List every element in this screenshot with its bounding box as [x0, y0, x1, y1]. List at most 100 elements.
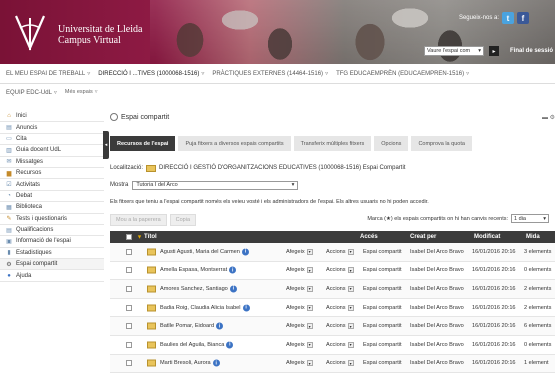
sidebar-item-shared-space[interactable]: ⚙ Espai compartit	[0, 259, 104, 271]
add-dropdown[interactable]: Afegeix ▾	[286, 323, 313, 330]
nav-item-label: EL MEU ESPAI DE TREBALL	[6, 71, 86, 77]
copy-button[interactable]: Copia	[169, 214, 197, 226]
move-to-trash-button[interactable]: Mou a la paperera	[110, 214, 167, 226]
add-dropdown[interactable]: Afegeix ▾	[286, 341, 313, 348]
info-icon[interactable]: i	[226, 341, 234, 349]
twitter-icon[interactable]: t	[502, 12, 514, 24]
select-all-checkbox[interactable]	[126, 234, 132, 240]
collapse-sidebar-button[interactable]: ◂	[103, 131, 109, 159]
quote-icon: ▭	[6, 136, 12, 143]
row-title-link[interactable]: Marti Bresoli, Aurora i	[160, 359, 220, 367]
university-logo-icon[interactable]	[8, 10, 52, 54]
sidebar-item-stats[interactable]: ▮ Estadistiques	[0, 248, 104, 260]
sort-icon[interactable]: ▾	[138, 234, 141, 241]
nav-item-direccio[interactable]: DIRECCIÓ I ...TIVES (1000068-1516) ▿	[98, 70, 204, 77]
header-title[interactable]: Títol	[144, 234, 157, 240]
sidebar-item-space-info[interactable]: ▣ Informació de l'espai	[0, 236, 104, 248]
nav-item-equip[interactable]: EQUIP EDC-UdL ▿	[6, 89, 57, 96]
header-modified[interactable]: Modificat	[474, 234, 500, 240]
sidebar-item-grades[interactable]: ▤ Qualificacions	[0, 225, 104, 237]
sidebar-item-cita[interactable]: ▭ Cita	[0, 134, 104, 146]
row-title-link[interactable]: Agusti Agusti, Maria del Carmen i	[160, 248, 249, 256]
actions-dropdown[interactable]: Accions ▾	[326, 360, 354, 367]
university-name[interactable]: Universitat de Lleida Campus Virtual	[58, 24, 142, 46]
header-size[interactable]: Mida	[526, 234, 540, 240]
row-checkbox[interactable]	[126, 267, 132, 274]
actions-dropdown[interactable]: Accions ▾	[326, 341, 354, 348]
info-icon[interactable]: i	[212, 359, 220, 367]
chevron-down-icon: ▿	[87, 71, 91, 77]
tab-check-quota[interactable]: Comprova la quota	[411, 136, 472, 151]
actions-dropdown[interactable]: Accions ▾	[326, 248, 354, 255]
sidebar-item-home[interactable]: ⌂ Inici	[0, 111, 104, 123]
row-title-link[interactable]: Batlle Pomar, Eidoard i	[160, 322, 224, 330]
sidebar-item-label: Recursos	[16, 170, 42, 177]
nav-item-more-spaces[interactable]: Més espais ▿	[65, 89, 98, 95]
tab-space-resources[interactable]: Recursos de l'espai	[110, 136, 176, 151]
row-title: Marti Bresoli, Aurora	[160, 360, 211, 367]
row-title-link[interactable]: Amores Sanchez, Santiago i	[160, 285, 237, 293]
activities-icon: ☑	[6, 182, 12, 189]
recent-changes-label: Marca (★) els espais compartits on hi ha…	[367, 215, 508, 222]
recent-days-select[interactable]: 1 dia ▾	[511, 214, 549, 223]
tab-transfer-files[interactable]: Transferix múltiples fitxers	[293, 136, 372, 151]
sidebar-item-debate[interactable]: ◔ Debat	[0, 191, 104, 203]
actions-dropdown[interactable]: Accions ▾	[326, 285, 354, 292]
header-created-by[interactable]: Creat per	[410, 234, 436, 240]
show-select[interactable]: Tutoria I del Arco ▾	[132, 180, 299, 190]
table-row: Amores Sanchez, Santiago i Afegeix ▾ Accio…	[110, 280, 555, 299]
info-icon[interactable]: i	[229, 266, 237, 274]
chevron-down-icon: ▾	[478, 48, 481, 54]
add-dropdown[interactable]: Afegeix ▾	[286, 267, 313, 274]
info-icon[interactable]: i	[216, 322, 224, 330]
sidebar-item-library[interactable]: ▦ Biblioteca	[0, 202, 104, 214]
row-title-link[interactable]: Baulies del Aguila, Bianca i	[160, 341, 234, 349]
row-checkbox[interactable]	[126, 323, 132, 330]
main-content: Espai compartit ▬ ⚙ Recursos de l'espai …	[110, 110, 555, 374]
tab-options[interactable]: Opcions	[374, 136, 409, 151]
info-icon[interactable]: i	[242, 304, 250, 312]
tab-upload-multiple-spaces[interactable]: Puja fitxers a diversos espais compartit…	[178, 136, 291, 151]
location-value[interactable]: DIRECCIÓ I GESTIÓ D'ORGANITZACIONS EDUCA…	[159, 165, 405, 171]
panel-tools-icon[interactable]: ▬ ⚙	[542, 114, 555, 121]
actions-dropdown[interactable]: Accions ▾	[326, 304, 354, 311]
sidebar-item-messages[interactable]: ✉ Missatges	[0, 157, 104, 168]
actions-dropdown[interactable]: Accions ▾	[326, 323, 354, 330]
add-dropdown[interactable]: Afegeix ▾	[286, 248, 313, 255]
logout-link[interactable]: Final de sessió	[510, 48, 553, 54]
sidebar-item-announcements[interactable]: ▤ Anuncis	[0, 122, 104, 134]
row-checkbox[interactable]	[126, 304, 132, 311]
info-icon[interactable]: i	[229, 285, 237, 293]
nav-item-practiques[interactable]: PRÀCTIQUES EXTERNES (14464-1516) ▿	[212, 70, 328, 77]
lock-icon[interactable]: ▸	[489, 46, 499, 56]
row-title-link[interactable]: Badia Roig, Claudia Alicia Isabel i	[160, 304, 250, 312]
info-icon[interactable]: i	[241, 248, 249, 256]
row-checkbox[interactable]	[126, 341, 132, 348]
sidebar-item-label: Anuncis	[16, 124, 38, 131]
nav-item-my-workspace[interactable]: EL MEU ESPAI DE TREBALL ▿	[6, 70, 90, 77]
row-checkbox[interactable]	[126, 285, 132, 292]
sidebar-item-help[interactable]: ● Ajuda	[0, 270, 104, 282]
add-dropdown[interactable]: Afegeix ▾	[286, 360, 313, 367]
chevron-down-icon: ▾	[306, 304, 313, 311]
sidebar-item-tests[interactable]: ✎ Tests i questionaris	[0, 214, 104, 225]
actions-dropdown[interactable]: Accions ▾	[326, 267, 354, 274]
sidebar-item-activities[interactable]: ☑ Activitats	[0, 179, 104, 191]
add-dropdown[interactable]: Afegeix ▾	[286, 304, 313, 311]
sidebar-item-resources[interactable]: ▆ Recursos	[0, 168, 104, 180]
facebook-icon[interactable]: f	[517, 12, 529, 24]
row-access: Espai compartit	[363, 267, 402, 274]
location-label: Localització:	[110, 165, 144, 171]
add-dropdown[interactable]: Afegeix ▾	[286, 285, 313, 292]
sidebar-item-guide[interactable]: ▥ Guia docent UdL	[0, 145, 104, 157]
nav-item-tfg[interactable]: TFG EDUCAEMPRÈN (EDUCAEMPREN-1516) ▿	[336, 70, 469, 77]
header-access[interactable]: Accés	[360, 234, 378, 240]
announce-icon: ▤	[6, 125, 12, 132]
sidebar-item-label: Inici	[16, 113, 27, 120]
view-space-as-select[interactable]: Vaure l'espai com ▾	[424, 46, 484, 56]
row-checkbox[interactable]	[126, 248, 132, 255]
chevron-down-icon: ▾	[291, 182, 295, 188]
row-checkbox[interactable]	[126, 360, 132, 367]
row-title: Batlle Pomar, Eidoard	[160, 323, 215, 330]
row-title-link[interactable]: Amella Espasa, Montserrat i	[160, 266, 237, 274]
